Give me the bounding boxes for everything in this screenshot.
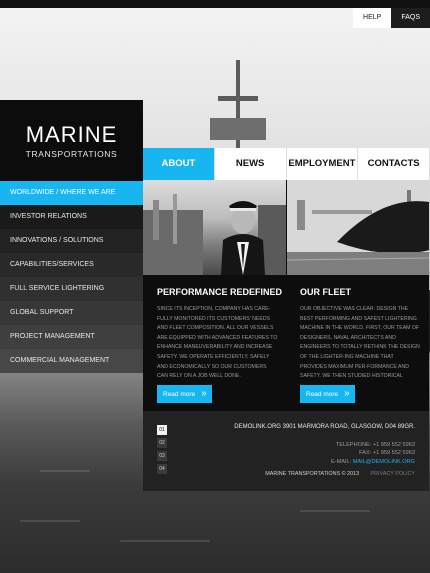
copyright-text: MARINE TRANSPORTATIONS © 2013	[265, 471, 360, 477]
ship-illustration	[287, 180, 429, 275]
pager-item-1[interactable]: 01	[157, 425, 167, 435]
captain-illustration	[143, 194, 286, 275]
footer-telephone: TELEPHONE: +1 959 552 5963	[335, 442, 415, 448]
double-chevron-right-icon: »	[201, 388, 207, 399]
pager-item-4[interactable]: 04	[157, 464, 167, 474]
wave	[40, 470, 90, 472]
tab-contacts[interactable]: CONTACTS	[357, 148, 429, 180]
sidebar-nav: WORLDWIDE / WHERE WE ARE INVESTOR RELATI…	[0, 181, 143, 373]
column-fleet: OUR FLEET OUR OBJECTIVE WAS CLEAR: DESIG…	[286, 275, 429, 403]
sidebar-item-commercial-management[interactable]: COMMERCIAL MANAGEMENT	[0, 349, 143, 373]
pager-item-3[interactable]: 03	[157, 451, 167, 461]
main-tabs: ABOUT NEWS EMPLOYMENT CONTACTS	[143, 148, 429, 180]
sidebar-item-global-support[interactable]: GLOBAL SUPPORT	[0, 301, 143, 325]
footer-email-link[interactable]: MAIL@DEMOLINK.ORG	[353, 459, 415, 465]
content-columns: PERFORMANCE REDEFINED SINCE ITS INCEPTIO…	[143, 275, 429, 403]
footer-email-row: E-MAIL: MAIL@DEMOLINK.ORG	[331, 458, 415, 466]
privacy-policy-link[interactable]: PRIVACY POLICY	[371, 471, 415, 477]
wave	[120, 540, 210, 542]
column-performance: PERFORMANCE REDEFINED SINCE ITS INCEPTIO…	[143, 275, 286, 403]
footer-fax: FAX: +1 959 552 5963	[359, 450, 415, 457]
read-more-button[interactable]: Read more »	[300, 385, 355, 403]
footer-email-label: E-MAIL:	[330, 458, 352, 465]
column-text: SINCE ITS INCEPTION, COMPANY HAS CARE-FU…	[157, 306, 278, 377]
sidebar-item-full-service-lightering[interactable]: FULL SERVICE LIGHTERING	[0, 277, 143, 301]
site-logo[interactable]: MARINE TRANSPORTATIONS	[0, 100, 143, 181]
photo-row	[143, 180, 429, 275]
logo-title: MARINE	[25, 122, 118, 147]
wave	[20, 520, 80, 522]
sidebar-item-investor-relations[interactable]: INVESTOR RELATIONS	[0, 205, 143, 229]
column-title: PERFORMANCE REDEFINED	[157, 287, 283, 297]
footer-contact: TELEPHONE: +1 959 552 5963 FAX: +1 959 5…	[331, 441, 415, 466]
footer-copyright-row: MARINE TRANSPORTATIONS © 2013 PRIVACY PO…	[265, 471, 415, 477]
tab-news[interactable]: NEWS	[213, 148, 286, 180]
footer-address: DEMOLINK.ORG 3901 MARMORA ROAD, GLASGOW,…	[234, 424, 415, 430]
read-more-label: Read more	[306, 390, 339, 398]
top-nav: HELP FAQS	[353, 8, 430, 28]
tab-about[interactable]: ABOUT	[143, 148, 214, 180]
sidebar-item-project-management[interactable]: PROJECT MANAGEMENT	[0, 325, 143, 349]
column-title: OUR FLEET	[300, 287, 351, 297]
ship-mast-crossbar	[218, 96, 258, 101]
help-link[interactable]: HELP	[353, 8, 392, 28]
ship-bridge	[210, 118, 266, 140]
sidebar-item-capabilities[interactable]: CAPABILITIES/SERVICES	[0, 253, 143, 277]
column-text: OUR OBJECTIVE WAS CLEAR: DESIGN THE BEST…	[300, 306, 420, 377]
sidebar-item-worldwide[interactable]: WORLDWIDE / WHERE WE ARE	[0, 181, 143, 205]
top-dark-strip	[0, 0, 430, 8]
double-chevron-right-icon: »	[344, 388, 350, 399]
logo-subtitle: TRANSPORTATIONS	[25, 149, 118, 159]
sidebar-item-innovations[interactable]: INNOVATIONS / SOLUTIONS	[0, 229, 143, 253]
wave	[300, 510, 370, 512]
captain-photo	[143, 180, 286, 275]
read-more-label: Read more	[163, 390, 196, 398]
pager-item-2[interactable]: 02	[157, 438, 167, 448]
footer: 01 02 03 04 DEMOLINK.ORG 3901 MARMORA RO…	[143, 411, 429, 491]
main-panel: ABOUT NEWS EMPLOYMENT CONTACTS PERFORMAN…	[143, 148, 429, 491]
faqs-link[interactable]: FAQS	[391, 8, 430, 28]
tab-employment[interactable]: EMPLOYMENT	[285, 148, 358, 180]
read-more-button[interactable]: Read more »	[157, 385, 212, 403]
ship-photo	[286, 180, 429, 275]
slide-pager: 01 02 03 04	[157, 425, 167, 477]
